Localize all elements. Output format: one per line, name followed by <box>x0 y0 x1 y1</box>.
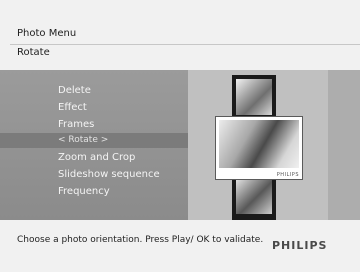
menu-item-zoom-and-crop[interactable]: Zoom and Crop <box>58 152 135 163</box>
menu-item-frames[interactable]: Frames <box>58 119 94 130</box>
photo-frame-screen: Photo Menu Rotate Delete Effect Frames <… <box>0 0 360 272</box>
menu-item-effect[interactable]: Effect <box>58 102 87 113</box>
menu-item-slideshow-sequence[interactable]: Slideshow sequence <box>58 169 160 180</box>
options-menu: Delete Effect Frames < Rotate > Zoom and… <box>0 70 188 220</box>
submenu-title: Rotate <box>17 47 50 58</box>
menu-item-rotate-label: < Rotate > <box>58 135 109 145</box>
preview-side-panel <box>328 70 360 220</box>
thumbnail-next <box>236 178 272 214</box>
header-divider <box>10 44 360 45</box>
content-area: Delete Effect Frames < Rotate > Zoom and… <box>0 70 360 220</box>
photo-preview-panel: PHILIPS <box>188 70 328 220</box>
current-photo: PHILIPS <box>215 116 303 180</box>
menu-item-rotate[interactable]: < Rotate > <box>0 133 188 148</box>
thumbnail-previous <box>236 79 272 115</box>
photo-image <box>219 120 299 168</box>
menu-item-delete[interactable]: Delete <box>58 85 91 96</box>
philips-logo: PHILIPS <box>272 239 328 252</box>
menu-item-frequency[interactable]: Frequency <box>58 186 110 197</box>
instruction-text: Choose a photo orientation. Press Play/ … <box>17 235 264 245</box>
menu-title: Photo Menu <box>17 28 77 39</box>
photo-brand-text: PHILIPS <box>276 172 299 178</box>
